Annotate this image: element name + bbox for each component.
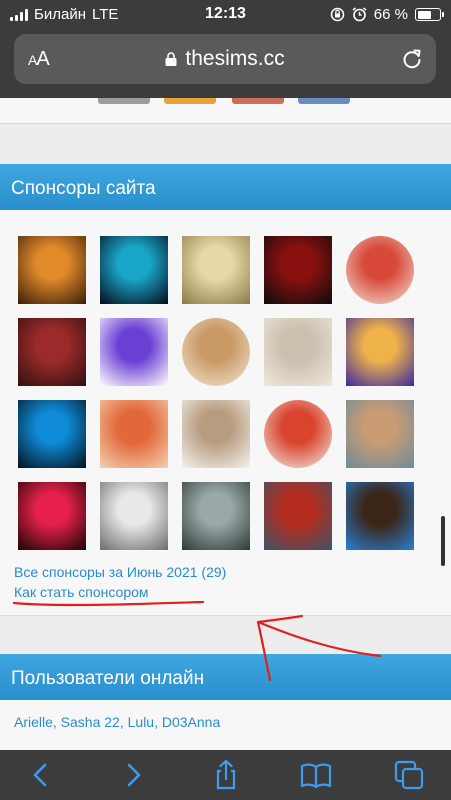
chevron-right-icon[interactable] (116, 758, 150, 792)
share-icon[interactable] (209, 758, 243, 792)
book-icon[interactable] (299, 758, 333, 792)
page-scrollbar[interactable] (441, 516, 445, 566)
red-magic-avatar[interactable] (18, 482, 86, 550)
blue-hair-avatar[interactable] (18, 400, 86, 468)
warrior-angel-avatar[interactable] (182, 236, 250, 304)
sponsor-links: Все спонсоры за Июнь 2021 (29) Как стать… (14, 562, 226, 602)
sketch-girl-avatar[interactable] (264, 318, 332, 386)
browser-top-chrome: Билайн LTE 12:13 66 % AA thesims.cc (0, 0, 451, 98)
battery-icon (415, 8, 444, 21)
sim-woman-avatar[interactable] (346, 400, 414, 468)
url-text: thesims.cc (185, 47, 285, 70)
status-bar: Билайн LTE 12:13 66 % (0, 0, 451, 30)
cartoon-character-avatar[interactable] (346, 318, 414, 386)
blue-portal-avatar[interactable] (100, 236, 168, 304)
masked-man-avatar[interactable] (264, 236, 332, 304)
browser-toolbar (0, 750, 451, 800)
online-users-list[interactable]: Arielle, Sasha 22, Lulu, D03Anna (0, 700, 451, 744)
reload-icon[interactable] (400, 47, 424, 71)
chevron-left-icon[interactable] (24, 758, 58, 792)
deer-avatar[interactable] (182, 400, 250, 468)
carnival-mask-avatar[interactable] (346, 236, 414, 304)
orientation-lock-icon (330, 7, 345, 22)
all-sponsors-link[interactable]: Все спонсоры за Июнь 2021 (29) (14, 562, 226, 582)
web-content: Спонсоры сайта Все спонсоры за Июнь 2021… (0, 98, 451, 750)
red-hair-woman-avatar[interactable] (18, 318, 86, 386)
girl-portrait-avatar[interactable] (182, 318, 250, 386)
previous-section-edge (0, 98, 451, 124)
sunglasses-man-avatar[interactable] (346, 482, 414, 550)
cat-film-avatar[interactable] (18, 236, 86, 304)
battery-percent: 66 % (373, 6, 408, 23)
status-right: 66 % (330, 6, 444, 23)
alarm-icon (352, 7, 367, 22)
purple-butterfly-avatar[interactable] (100, 318, 168, 386)
sponsor-avatar-grid (18, 236, 414, 550)
become-sponsor-link[interactable]: Как стать спонсором (14, 582, 226, 602)
white-fox-avatar[interactable] (100, 482, 168, 550)
battery-level (417, 10, 432, 19)
online-users-panel: Пользователи онлайн Arielle, Sasha 22, L… (0, 654, 451, 750)
sim-redhead-avatar[interactable] (264, 482, 332, 550)
online-users-header: Пользователи онлайн (0, 654, 451, 700)
lock-icon (165, 52, 177, 66)
url-field[interactable]: thesims.cc (14, 47, 436, 71)
winter-forest-avatar[interactable] (182, 482, 250, 550)
address-bar[interactable]: AA thesims.cc (14, 34, 436, 84)
flower-woman-avatar[interactable] (100, 400, 168, 468)
tabs-icon[interactable] (392, 758, 426, 792)
sponsors-panel: Спонсоры сайта Все спонсоры за Июнь 2021… (0, 164, 451, 616)
sponsors-header: Спонсоры сайта (0, 164, 451, 210)
redhead-heart-avatar[interactable] (264, 400, 332, 468)
